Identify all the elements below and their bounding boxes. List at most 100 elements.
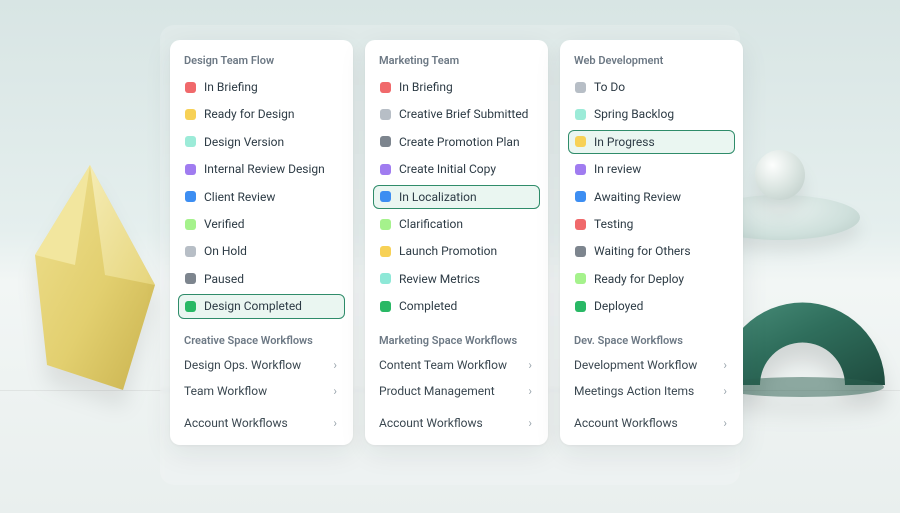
status-row[interactable]: In Briefing — [373, 75, 540, 99]
account-workflows-link[interactable]: Account Workflows› — [180, 411, 343, 435]
status-label: Completed — [399, 299, 457, 313]
workflow-link-label: Design Ops. Workflow — [184, 358, 301, 372]
status-label: Waiting for Others — [594, 244, 691, 258]
chevron-right-icon: › — [528, 358, 532, 372]
status-label: Ready for Deploy — [594, 272, 684, 286]
status-row[interactable]: Internal Review Design — [178, 157, 345, 181]
status-row[interactable]: Ready for Deploy — [568, 267, 735, 291]
space-workflows-heading: Creative Space Workflows — [180, 322, 343, 353]
status-label: Awaiting Review — [594, 190, 681, 204]
workflow-link-label: Development Workflow — [574, 358, 697, 372]
chevron-right-icon: › — [333, 416, 337, 430]
account-workflows-link[interactable]: Account Workflows › — [570, 411, 733, 435]
column-title: Marketing Team — [375, 54, 538, 75]
workflow-link-label: Meetings Action Items — [574, 384, 694, 398]
decorative-sphere — [755, 150, 805, 200]
status-row[interactable]: Clarification — [373, 212, 540, 236]
status-color-swatch — [575, 109, 586, 120]
status-row[interactable]: Waiting for Others — [568, 239, 735, 263]
status-color-swatch — [575, 136, 586, 147]
workflow-link-label: Account Workflows — [574, 416, 678, 430]
status-row[interactable]: In Briefing — [178, 75, 345, 99]
status-row[interactable]: Create Promotion Plan — [373, 130, 540, 154]
workflow-link[interactable]: Meetings Action Items › — [570, 379, 733, 403]
status-label: In Briefing — [204, 80, 258, 94]
status-color-swatch — [185, 273, 196, 284]
status-row[interactable]: Completed — [373, 294, 540, 318]
status-color-swatch — [575, 164, 586, 175]
spacer — [180, 403, 343, 411]
account-workflows-link[interactable]: Account Workflows › — [375, 411, 538, 435]
workflow-column: Marketing Team In Briefing Creative Brief … — [365, 40, 548, 445]
workflow-link[interactable]: Development Workflow › — [570, 353, 733, 377]
status-color-swatch — [185, 164, 196, 175]
workflow-column: Web DevelopmentTo Do Spring Backlog In Pro… — [560, 40, 743, 445]
workflow-link-label: Team Workflow — [184, 384, 267, 398]
status-label: Creative Brief Submitted — [399, 107, 528, 121]
workflow-link[interactable]: Design Ops. Workflow › — [180, 353, 343, 377]
status-label: Verified — [204, 217, 245, 231]
workflow-board: Design Team Flow In Briefing Ready for Des… — [170, 40, 743, 445]
status-row[interactable]: Creative Brief Submitted — [373, 102, 540, 126]
status-row[interactable]: To Do — [568, 75, 735, 99]
status-row[interactable]: Testing — [568, 212, 735, 236]
status-row[interactable]: In Progress — [568, 130, 735, 154]
status-row[interactable]: Client Review — [178, 185, 345, 209]
status-color-swatch — [185, 82, 196, 93]
status-row[interactable]: Review Metrics — [373, 267, 540, 291]
workflow-link[interactable]: Product Management› — [375, 379, 538, 403]
status-color-swatch — [575, 301, 586, 312]
status-color-swatch — [575, 191, 586, 202]
status-row[interactable]: Design Completed — [178, 294, 345, 318]
status-row[interactable]: In Localization — [373, 185, 540, 209]
status-row[interactable]: Launch Promotion — [373, 239, 540, 263]
status-row[interactable]: Create Initial Copy — [373, 157, 540, 181]
status-row[interactable]: Deployed — [568, 294, 735, 318]
status-color-swatch — [185, 219, 196, 230]
space-workflows-heading: Dev. Space Workflows — [570, 322, 733, 353]
status-label: Client Review — [204, 190, 275, 204]
status-label: Internal Review Design — [204, 162, 325, 176]
status-row[interactable]: On Hold — [178, 239, 345, 263]
status-color-swatch — [380, 301, 391, 312]
status-label: In Briefing — [399, 80, 453, 94]
column-title: Web Development — [570, 54, 733, 75]
status-row[interactable]: Spring Backlog — [568, 102, 735, 126]
status-color-swatch — [380, 246, 391, 257]
status-label: Deployed — [594, 299, 643, 313]
chevron-right-icon: › — [723, 416, 727, 430]
chevron-right-icon: › — [723, 358, 727, 372]
status-row[interactable]: Awaiting Review — [568, 185, 735, 209]
workflow-link-label: Content Team Workflow — [379, 358, 507, 372]
chevron-right-icon: › — [528, 384, 532, 398]
workflow-link[interactable]: Content Team Workflow › — [375, 353, 538, 377]
status-label: Testing — [594, 217, 633, 231]
status-row[interactable]: Paused — [178, 267, 345, 291]
status-label: On Hold — [204, 244, 247, 258]
status-color-swatch — [380, 136, 391, 147]
status-label: Spring Backlog — [594, 107, 674, 121]
status-color-swatch — [185, 109, 196, 120]
decorative-crystal — [35, 165, 180, 395]
status-row[interactable]: In review — [568, 157, 735, 181]
status-color-swatch — [575, 219, 586, 230]
column-title: Design Team Flow — [180, 54, 343, 75]
chevron-right-icon: › — [723, 384, 727, 398]
chevron-right-icon: › — [333, 358, 337, 372]
status-row[interactable]: Ready for Design — [178, 102, 345, 126]
status-row[interactable]: Verified — [178, 212, 345, 236]
status-color-swatch — [575, 273, 586, 284]
chevron-right-icon: › — [528, 416, 532, 430]
status-label: Review Metrics — [399, 272, 480, 286]
status-row[interactable]: Design Version — [178, 130, 345, 154]
status-color-swatch — [185, 301, 196, 312]
workflow-link-label: Account Workflows — [379, 416, 483, 430]
workflow-link[interactable]: Team Workflow› — [180, 379, 343, 403]
status-label: Ready for Design — [204, 107, 294, 121]
status-label: Create Promotion Plan — [399, 135, 520, 149]
status-label: Design Completed — [204, 299, 302, 313]
status-color-swatch — [380, 164, 391, 175]
status-color-swatch — [575, 246, 586, 257]
status-color-swatch — [575, 82, 586, 93]
status-color-swatch — [185, 136, 196, 147]
